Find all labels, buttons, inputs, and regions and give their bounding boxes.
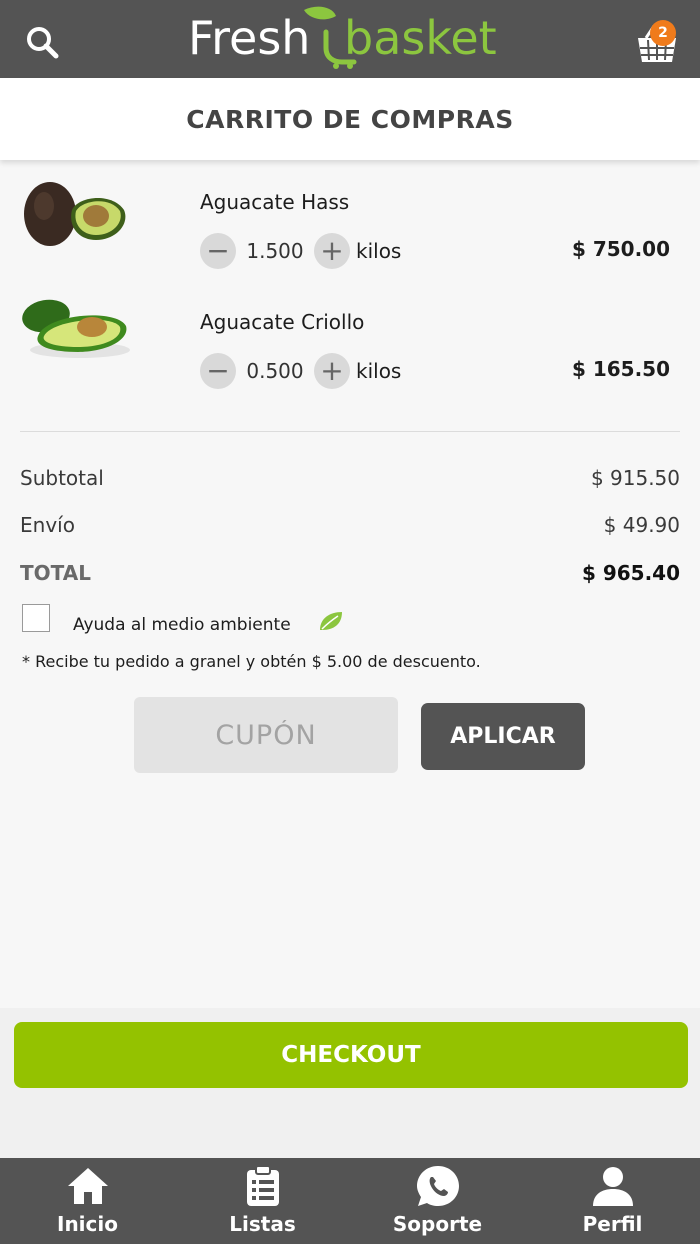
clipboard-list-icon	[246, 1165, 279, 1206]
total-value: $ 965.40	[581, 561, 680, 585]
tab-label: Listas	[229, 1212, 296, 1236]
search-button[interactable]	[22, 22, 62, 62]
eco-checkbox-label: Ayuda al medio ambiente	[73, 615, 291, 635]
total-label: TOTAL	[20, 561, 91, 585]
shipping-value: $ 49.90	[603, 513, 680, 537]
avocado-criollo-image	[22, 299, 130, 358]
cart-item: Aguacate Hass − 1.500 + kilos $ 750.00	[0, 172, 700, 282]
eco-discount-note: * Recibe tu pedido a granel y obtén $ 5.…	[22, 652, 481, 671]
total-row: TOTAL $ 965.40	[20, 561, 680, 585]
quantity-value: 0.500	[246, 359, 304, 383]
subtotal-value: $ 915.50	[590, 466, 680, 490]
eco-checkbox[interactable]	[22, 604, 50, 632]
avocado-hass-image	[24, 182, 126, 246]
coupon-input[interactable]	[134, 697, 398, 773]
page-title: CARRITO DE COMPRAS	[186, 104, 514, 134]
logo-text-fresh: Fresh	[188, 11, 310, 65]
brand-logo: Fresh basket	[186, 4, 516, 70]
tab-listas[interactable]: Listas	[175, 1158, 350, 1244]
item-price: $ 165.50	[571, 357, 670, 381]
tab-label: Perfil	[582, 1212, 643, 1236]
quantity-unit: kilos	[356, 239, 402, 263]
bottom-tab-bar: Inicio Listas Soporte Perfil	[0, 1158, 700, 1244]
cart-count-badge: 2	[650, 20, 676, 46]
user-icon	[592, 1167, 633, 1206]
quantity-stepper: − 0.500 + kilos	[200, 353, 401, 389]
quantity-value: 1.500	[246, 239, 304, 263]
tab-perfil[interactable]: Perfil	[525, 1158, 700, 1244]
logo-text-basket: basket	[344, 11, 497, 65]
subtotal-row: Subtotal $ 915.50	[20, 466, 680, 490]
quantity-stepper: − 1.500 + kilos	[200, 233, 401, 269]
leaf-icon	[320, 612, 342, 630]
whatsapp-icon	[416, 1166, 459, 1206]
home-icon	[67, 1168, 108, 1204]
decrease-quantity-button[interactable]: −	[200, 233, 236, 269]
decrease-quantity-button[interactable]: −	[200, 353, 236, 389]
increase-quantity-button[interactable]: +	[314, 233, 350, 269]
shipping-row: Envío $ 49.90	[20, 513, 680, 537]
tab-inicio[interactable]: Inicio	[0, 1158, 175, 1244]
shipping-label: Envío	[20, 513, 75, 537]
checkout-button[interactable]: CHECKOUT	[14, 1022, 688, 1088]
item-name: Aguacate Criollo	[200, 310, 365, 334]
search-icon	[27, 27, 59, 59]
tab-label: Inicio	[57, 1212, 118, 1236]
subtotal-label: Subtotal	[20, 466, 104, 490]
title-bar: CARRITO DE COMPRAS	[0, 78, 700, 160]
item-name: Aguacate Hass	[200, 190, 350, 214]
tab-label: Soporte	[392, 1212, 483, 1236]
apply-coupon-button[interactable]: APLICAR	[421, 703, 585, 770]
increase-quantity-button[interactable]: +	[314, 353, 350, 389]
tab-soporte[interactable]: Soporte	[350, 1158, 525, 1244]
divider	[20, 431, 680, 432]
quantity-unit: kilos	[356, 359, 402, 383]
cart-item: Aguacate Criollo − 0.500 + kilos $ 165.5…	[0, 292, 700, 402]
item-price: $ 750.00	[571, 237, 670, 261]
